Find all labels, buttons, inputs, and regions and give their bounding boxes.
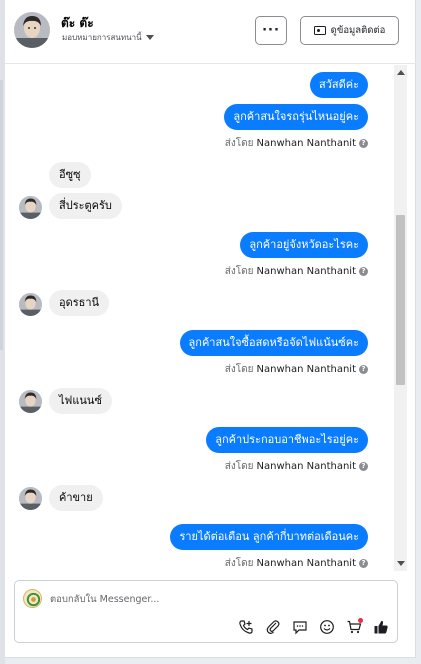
incoming-message: สี่ประตูครับ bbox=[49, 193, 122, 219]
contact-avatar[interactable] bbox=[14, 12, 50, 48]
shopping-cart-icon[interactable] bbox=[345, 617, 363, 636]
outgoing-message: ลูกค้าสนใจซื้อสดหรือจัดไฟแน้นซ์คะ bbox=[179, 330, 368, 356]
more-icon: ··· bbox=[262, 23, 280, 38]
view-contact-info-button[interactable]: ดูข้อมูลติดต่อ bbox=[300, 16, 399, 45]
add-call-icon[interactable] bbox=[237, 619, 254, 636]
incoming-message: อีซูซุ bbox=[49, 162, 91, 188]
outgoing-message: รายได้ต่อเดือน ลูกค้ากี่บาทต่อเดือนคะ bbox=[170, 524, 368, 550]
sent-by-prefix: ส่งโดย bbox=[224, 266, 254, 277]
scrollbar-thumb[interactable] bbox=[396, 215, 405, 385]
emoji-icon[interactable] bbox=[318, 619, 335, 636]
incoming-message: ไฟแนนซ์ bbox=[49, 388, 112, 414]
sender-name: Nanwhan Nanthanit bbox=[256, 461, 356, 472]
help-icon[interactable]: ? bbox=[359, 139, 368, 148]
sent-by-prefix: ส่งโดย bbox=[224, 364, 254, 375]
view-contact-info-label: ดูข้อมูลติดต่อ bbox=[330, 25, 386, 36]
sender-name: Nanwhan Nanthanit bbox=[256, 138, 356, 149]
thread-scrollbar[interactable] bbox=[394, 65, 407, 571]
conversation-header: ต๊ะ ต๊ะ มอบหมายการสนทนานี้ ··· ดูข้อมูลต… bbox=[5, 0, 416, 64]
sender-name: Nanwhan Nanthanit bbox=[256, 558, 356, 569]
assign-conversation-dropdown[interactable]: มอบหมายการสนทนานี้ bbox=[62, 31, 154, 44]
sent-by-label: ส่งโดย Nanwhan Nanthanit ? bbox=[225, 459, 368, 474]
scroll-down-icon[interactable] bbox=[397, 561, 405, 566]
scroll-up-icon[interactable] bbox=[397, 70, 405, 75]
left-strip-mark bbox=[0, 80, 3, 350]
chat-bubbles-icon[interactable] bbox=[291, 619, 308, 636]
conversation-panel: ต๊ะ ต๊ะ มอบหมายการสนทนานี้ ··· ดูข้อมูลต… bbox=[5, 0, 416, 658]
sender-name: Nanwhan Nanthanit bbox=[256, 364, 356, 375]
help-icon[interactable]: ? bbox=[359, 559, 368, 568]
thumbs-up-icon[interactable] bbox=[372, 619, 389, 636]
sent-by-prefix: ส่งโดย bbox=[224, 138, 254, 149]
sender-name: Nanwhan Nanthanit bbox=[256, 266, 356, 277]
sent-by-label: ส่งโดย Nanwhan Nanthanit ? bbox=[225, 264, 368, 279]
sent-by-label: ส่งโดย Nanwhan Nanthanit ? bbox=[225, 136, 368, 151]
outgoing-message: ลูกค้าสนใจรถรุ่นไหนอยู่คะ bbox=[224, 104, 368, 130]
incoming-message: ค้าขาย bbox=[49, 485, 103, 511]
sent-by-label: ส่งโดย Nanwhan Nanthanit ? bbox=[225, 362, 368, 377]
help-icon[interactable]: ? bbox=[359, 462, 368, 471]
contact-card-icon bbox=[313, 26, 326, 35]
contact-avatar-small bbox=[19, 390, 42, 413]
caret-down-icon bbox=[145, 35, 154, 40]
sent-by-label: ส่งโดย Nanwhan Nanthanit ? bbox=[225, 556, 368, 571]
outgoing-message: ลูกค้าประกอบอาชีพอะไรอยู่คะ bbox=[206, 427, 368, 453]
composer-toolbar bbox=[237, 617, 389, 637]
paperclip-icon[interactable] bbox=[264, 619, 281, 636]
outgoing-message: ลูกค้าอยู่จังหวัดอะไรคะ bbox=[240, 232, 368, 258]
help-icon[interactable]: ? bbox=[359, 267, 368, 276]
sent-by-prefix: ส่งโดย bbox=[224, 558, 254, 569]
outgoing-message: สวัสดีค่ะ bbox=[309, 72, 368, 98]
message-thread[interactable]: สวัสดีค่ะ ลูกค้าสนใจรถรุ่นไหนอยู่คะ ส่งโ… bbox=[5, 65, 394, 571]
notification-dot bbox=[358, 617, 363, 623]
contact-avatar-small bbox=[19, 196, 42, 219]
incoming-message: อุดรธานี bbox=[49, 290, 110, 316]
reply-input[interactable] bbox=[50, 591, 350, 607]
message-composer bbox=[14, 580, 398, 643]
assign-conversation-label: มอบหมายการสนทนานี้ bbox=[62, 33, 142, 42]
help-icon[interactable]: ? bbox=[359, 365, 368, 374]
sent-by-prefix: ส่งโดย bbox=[224, 461, 254, 472]
contact-avatar-small bbox=[19, 487, 42, 510]
more-options-button[interactable]: ··· bbox=[255, 16, 287, 45]
page-avatar bbox=[23, 589, 42, 608]
contact-avatar-small bbox=[19, 293, 42, 316]
